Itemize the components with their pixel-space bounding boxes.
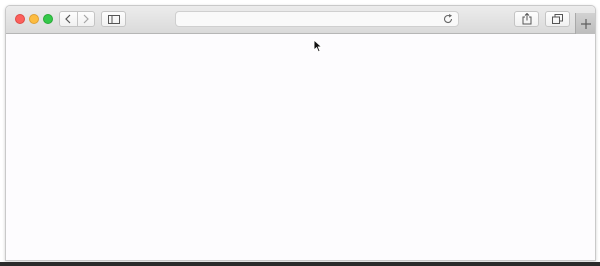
forward-button[interactable] [76, 12, 95, 26]
browser-toolbar [6, 6, 595, 34]
browser-window [5, 5, 596, 261]
share-icon [522, 13, 532, 25]
chevron-left-icon [65, 14, 71, 24]
bottom-edge [0, 262, 600, 266]
sidebar-icon [107, 14, 120, 24]
reload-icon[interactable] [442, 13, 454, 25]
tab-overview-icon [552, 14, 563, 24]
back-button[interactable] [60, 12, 77, 26]
mouse-cursor-icon [313, 39, 323, 53]
address-bar[interactable] [175, 11, 459, 27]
url-input[interactable] [182, 12, 437, 26]
back-forward-group [59, 11, 95, 27]
sidebar-toggle-button[interactable] [101, 11, 126, 27]
new-tab-button[interactable] [575, 13, 595, 34]
tab-overview-button[interactable] [545, 11, 570, 27]
chevron-right-icon [83, 14, 89, 24]
minimize-window-button[interactable] [29, 14, 39, 24]
share-button[interactable] [514, 11, 539, 27]
page-content[interactable] [6, 34, 595, 260]
plus-icon [581, 18, 591, 29]
close-window-button[interactable] [15, 14, 25, 24]
zoom-window-button[interactable] [43, 14, 53, 24]
